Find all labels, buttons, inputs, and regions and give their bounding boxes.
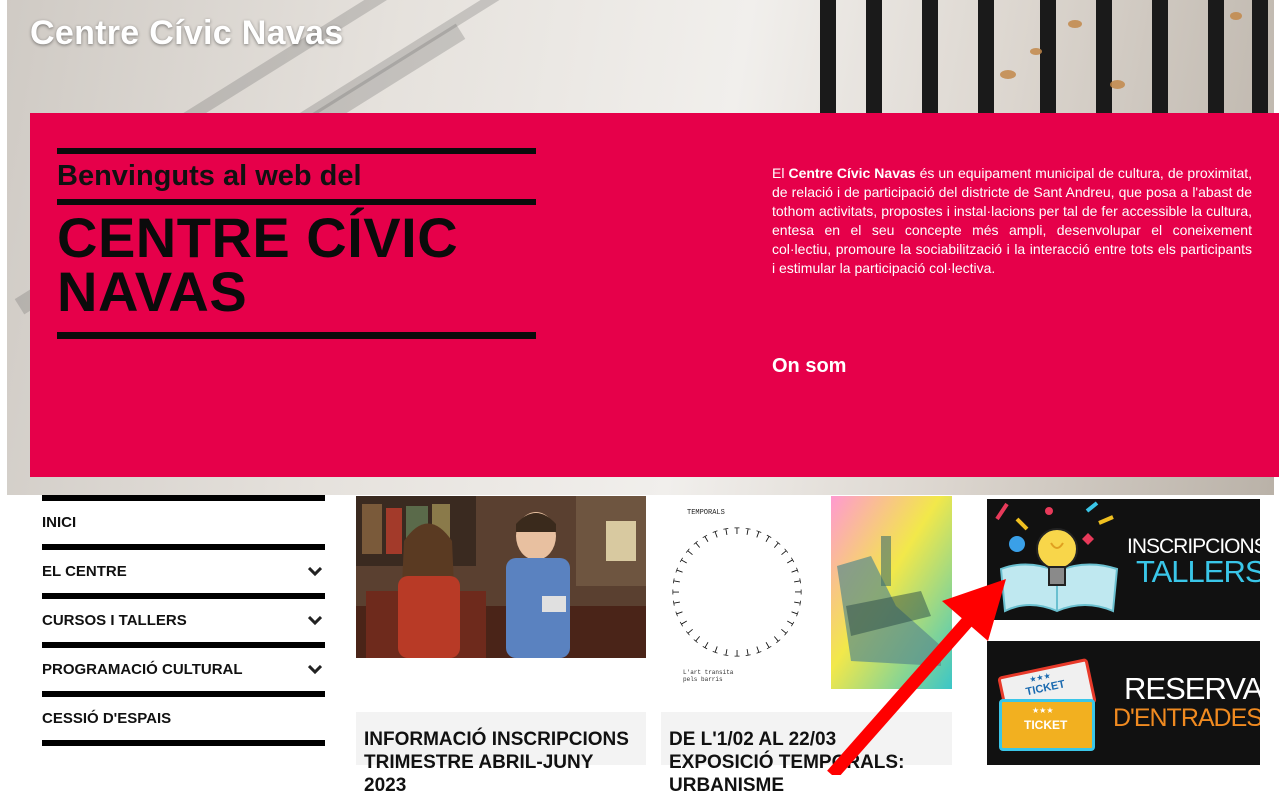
- chevron-down-icon[interactable]: [308, 663, 322, 677]
- workshop-registration-banner[interactable]: INSCRIPCIONS TALLERS: [987, 499, 1260, 620]
- poster-title: TEMPORALS: [687, 509, 725, 517]
- news-card-exhibition[interactable]: TEMPORALS TTTTTTTTTTTTTTTTTTTTTTTTTTTTTT…: [661, 496, 952, 796]
- lightbulb-book-icon: [995, 501, 1119, 613]
- ticket-booking-banner[interactable]: ★★★ TICKET ★★★ TICKET RESERVA D'ENTRADES: [987, 641, 1260, 765]
- ticket-icon: ★★★ TICKET: [999, 699, 1095, 751]
- ticket-text: TICKET: [1024, 718, 1068, 732]
- poster-ring-mark: T: [672, 589, 682, 595]
- menu-item-programacio-cultural[interactable]: PROGRAMACIÓ CULTURAL: [42, 648, 325, 691]
- hero-rule-bottom: [57, 332, 536, 339]
- poster-ring-mark: T: [734, 647, 740, 657]
- hero-welcome: Benvinguts al web del: [57, 160, 362, 192]
- poster-caption-line1: L'art transita: [683, 669, 734, 676]
- desc-prefix: El: [772, 165, 789, 181]
- menu-item-inici[interactable]: INICI: [42, 501, 325, 544]
- hero-banner: Benvinguts al web del CENTRE CÍVIC NAVAS…: [30, 113, 1279, 477]
- menu-item-label: CESSIÓ D'ESPAIS: [42, 710, 172, 727]
- poster-caption-line2: pels barris: [683, 676, 723, 683]
- banner-workshops-line2: TALLERS: [1136, 554, 1260, 589]
- poster-ring-mark: T: [734, 527, 740, 537]
- site-title[interactable]: Centre Cívic Navas: [30, 14, 343, 53]
- news-thumbnail-temporals-poster[interactable]: TEMPORALS TTTTTTTTTTTTTTTTTTTTTTTTTTTTTT…: [661, 496, 952, 692]
- news-thumbnail-tv-scene[interactable]: [356, 496, 646, 658]
- ticket-stars: ★★★: [1032, 706, 1054, 715]
- banner-tickets-line1: RESERVA: [1124, 671, 1260, 706]
- news-title[interactable]: INFORMACIÓ INSCRIPCIONS TRIMESTRE ABRIL-…: [356, 712, 646, 796]
- hero-rule-top: [57, 148, 536, 154]
- desc-bold: Centre Cívic Navas: [788, 165, 916, 181]
- sidebar-menu: INICI EL CENTRE CURSOS I TALLERS PROGRAM…: [42, 495, 325, 746]
- banner-tickets-line2: D'ENTRADES: [1113, 704, 1260, 732]
- chevron-down-icon[interactable]: [308, 614, 322, 628]
- menu-item-cursos-tallers[interactable]: CURSOS I TALLERS: [42, 599, 325, 642]
- news-card-inscriptions[interactable]: INFORMACIÓ INSCRIPCIONS TRIMESTRE ABRIL-…: [356, 496, 646, 796]
- poster-ring-mark: T: [792, 589, 802, 595]
- desc-rest: és un equipament municipal de cultura, d…: [772, 165, 1253, 276]
- menu-item-label: INICI: [42, 514, 77, 531]
- hero-description: El Centre Cívic Navas és un equipament m…: [772, 164, 1252, 278]
- menu-divider: [42, 740, 325, 746]
- hero-rule-middle: [57, 199, 536, 205]
- hero-name-line2: NAVAS: [57, 260, 248, 323]
- menu-item-label: PROGRAMACIÓ CULTURAL: [42, 661, 243, 678]
- menu-item-label: CURSOS I TALLERS: [42, 612, 187, 629]
- news-title[interactable]: DE L'1/02 AL 22/03 EXPOSICIÓ TEMPORALS: …: [661, 712, 952, 796]
- menu-item-cessio-espais[interactable]: CESSIÓ D'ESPAIS: [42, 697, 325, 740]
- location-link[interactable]: On som: [772, 355, 846, 378]
- menu-item-el-centre[interactable]: EL CENTRE: [42, 550, 325, 593]
- menu-item-label: EL CENTRE: [42, 563, 127, 580]
- chevron-down-icon[interactable]: [308, 565, 322, 579]
- hero-centre-name: CENTRE CÍVIC NAVAS: [57, 210, 458, 320]
